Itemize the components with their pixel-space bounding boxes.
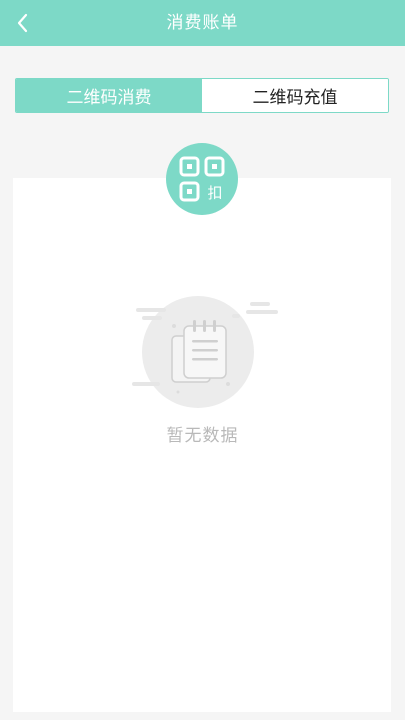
top-bar: 消费账单 [0,0,405,46]
tab-qr-consume[interactable]: 二维码消费 [16,79,202,112]
qr-code-icon: 扣 [179,156,225,202]
qr-deduct-badge: 扣 [166,143,238,215]
empty-state-text: 暂无数据 [166,426,239,446]
tab-bar: 二维码消费 二维码充值 [15,78,389,113]
empty-illustration [128,296,278,408]
document-icon [132,296,278,408]
deduct-char: 扣 [207,184,222,202]
tab-qr-recharge[interactable]: 二维码充值 [202,79,388,112]
page-title: 消费账单 [166,13,239,33]
